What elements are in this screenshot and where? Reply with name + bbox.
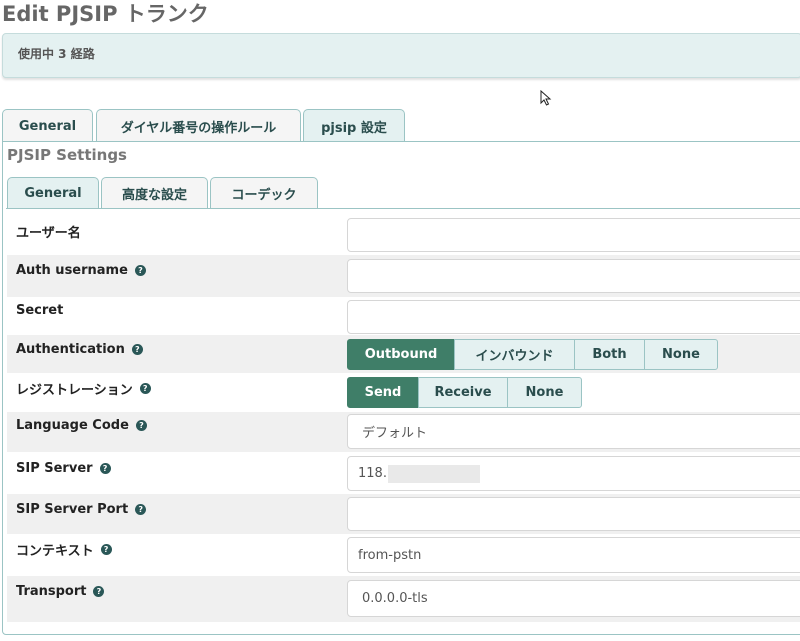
auth-username-input[interactable] — [347, 259, 800, 293]
secret-label: Secret — [16, 303, 63, 318]
auth-username-label: Auth username ? — [16, 263, 146, 278]
registration-label: レジストレーション ? — [16, 379, 151, 398]
question-circle-icon[interactable]: ? — [100, 544, 112, 555]
secret-input[interactable] — [347, 300, 800, 334]
mouse-cursor-icon — [540, 90, 552, 106]
sip-server-port-input[interactable] — [347, 497, 800, 531]
question-circle-icon[interactable]: ? — [93, 586, 105, 597]
inner-tab-general[interactable]: General — [7, 177, 99, 209]
question-circle-icon[interactable]: ? — [131, 344, 143, 355]
auth-inbound-button[interactable]: インバウンド — [454, 339, 575, 370]
username-input[interactable] — [347, 218, 800, 252]
registration-toggle: Send Receive None — [347, 377, 582, 408]
reg-send-button[interactable]: Send — [347, 377, 419, 408]
question-circle-icon[interactable]: ? — [135, 420, 147, 431]
sip-server-value: 118. — [358, 466, 387, 481]
question-circle-icon[interactable]: ? — [99, 463, 111, 474]
context-label: コンテキスト ? — [16, 540, 112, 559]
sip-server-input[interactable]: 118. — [347, 456, 800, 491]
sip-server-label: SIP Server ? — [16, 461, 111, 476]
tab-pjsip-settings[interactable]: pjsip 設定 — [303, 109, 405, 142]
registration-label-text: レジストレーション — [16, 383, 133, 398]
usage-text: 使用中 3 経路 — [18, 47, 95, 61]
context-input[interactable]: from-pstn — [347, 537, 800, 573]
auth-none-button[interactable]: None — [644, 339, 718, 370]
question-circle-icon[interactable]: ? — [135, 504, 147, 515]
auth-both-button[interactable]: Both — [574, 339, 645, 370]
redacted-region — [387, 464, 480, 483]
context-label-text: コンテキスト — [16, 544, 94, 559]
tab-dial-rules[interactable]: ダイヤル番号の操作ルール — [96, 109, 301, 142]
sip-server-port-label: SIP Server Port ? — [16, 502, 147, 517]
transport-label-text: Transport — [16, 584, 87, 599]
authentication-toggle: Outbound インバウンド Both None — [347, 339, 718, 370]
secret-label-text: Secret — [16, 303, 64, 318]
username-label-text: ユーザー名 — [16, 226, 81, 241]
authentication-label: Authentication ? — [16, 342, 143, 357]
usage-banner: 使用中 3 経路 — [2, 33, 800, 78]
auth-outbound-button[interactable]: Outbound — [347, 339, 455, 370]
transport-select[interactable]: 0.0.0.0-tls — [347, 580, 800, 617]
language-code-select[interactable]: デフォルト — [347, 414, 800, 449]
section-title: PJSIP Settings — [7, 146, 127, 164]
language-code-label-text: Language Code — [16, 418, 129, 433]
inner-tab-advanced[interactable]: 高度な設定 — [101, 177, 208, 209]
inner-tab-codecs[interactable]: コーデック — [210, 177, 318, 209]
username-label: ユーザー名 — [16, 222, 81, 241]
sip-server-label-text: SIP Server — [16, 461, 93, 476]
tab-general[interactable]: General — [2, 109, 93, 142]
reg-none-button[interactable]: None — [507, 377, 582, 408]
auth-username-label-text: Auth username — [16, 263, 128, 278]
language-code-label: Language Code ? — [16, 418, 147, 433]
page-title: Edit PJSIP トランク — [2, 2, 209, 26]
transport-label: Transport ? — [16, 584, 105, 599]
inner-tab-divider — [6, 208, 800, 209]
question-circle-icon[interactable]: ? — [134, 265, 146, 276]
reg-receive-button[interactable]: Receive — [418, 377, 508, 408]
sip-server-port-label-text: SIP Server Port — [16, 502, 129, 517]
question-circle-icon[interactable]: ? — [139, 383, 151, 394]
authentication-label-text: Authentication — [16, 342, 125, 357]
